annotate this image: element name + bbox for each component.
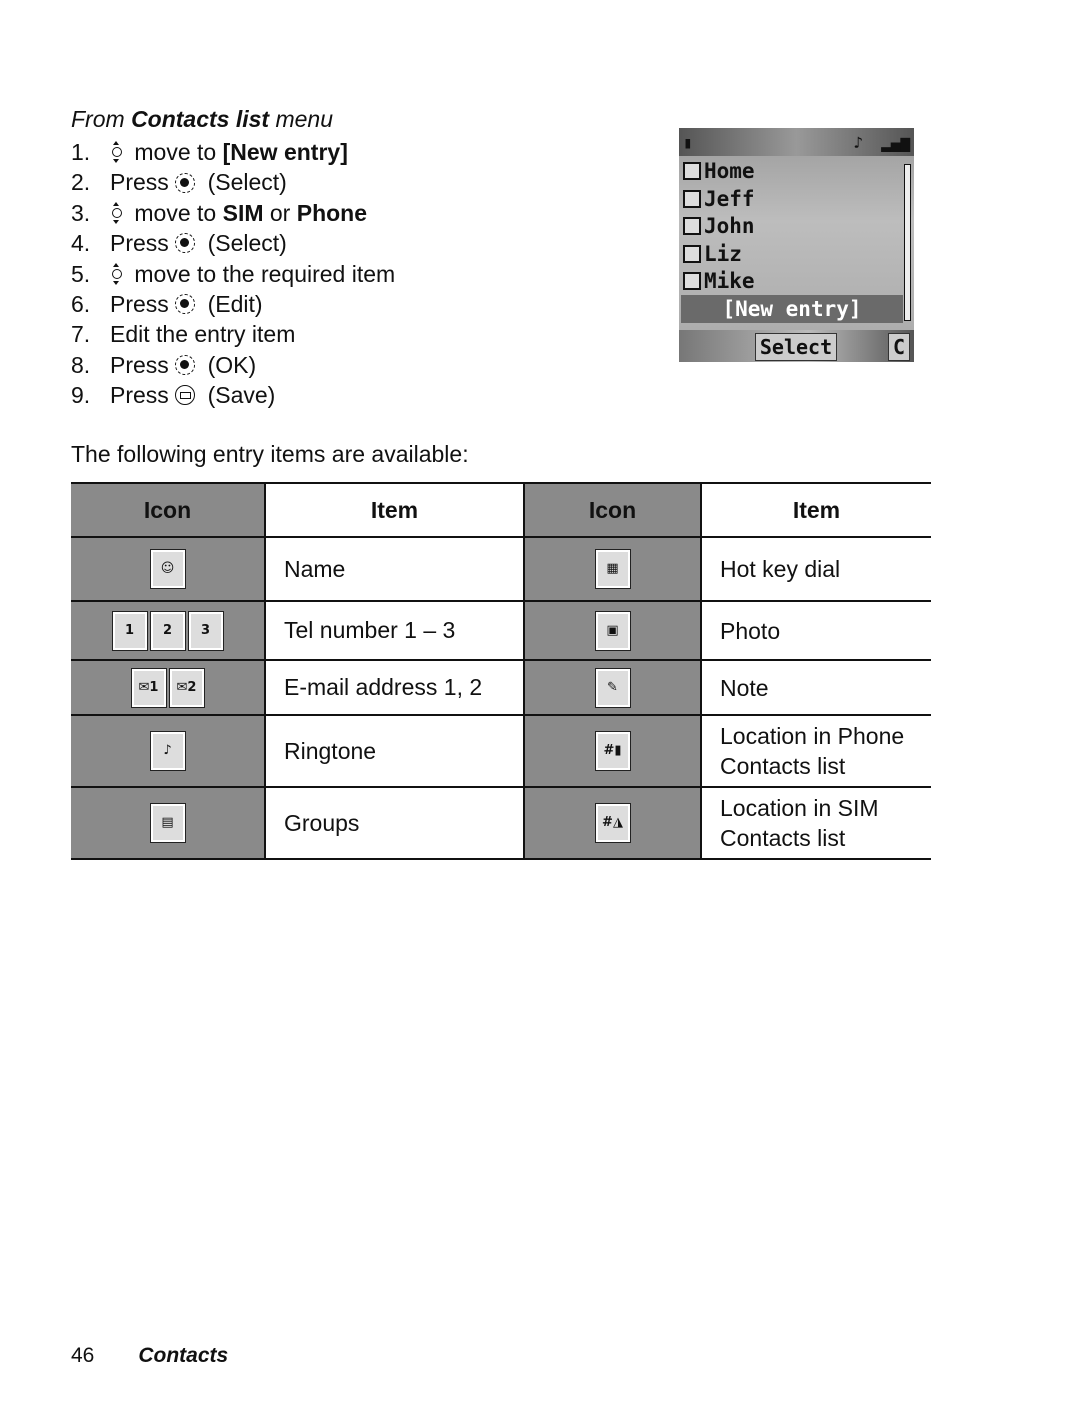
battery-icon: ▮ bbox=[683, 132, 693, 152]
intro-text: The following entry items are available: bbox=[71, 441, 469, 467]
contact-icon bbox=[683, 272, 701, 290]
contact-icon bbox=[683, 162, 701, 180]
contact-icon bbox=[683, 217, 701, 235]
section-name: Contacts bbox=[138, 1344, 229, 1367]
header-item: Item bbox=[701, 482, 931, 538]
navigation-key-icon bbox=[110, 202, 122, 225]
manual-page: From Contacts list menu 1. move to [New … bbox=[0, 0, 1080, 1408]
select-key-icon bbox=[175, 233, 196, 254]
table-row: 1 2 3 Tel number 1 – 3 ▣ Photo bbox=[71, 600, 931, 661]
page-number: 46 bbox=[71, 1344, 95, 1367]
header-icon: Icon bbox=[524, 482, 702, 538]
step-item: 2. Press (Select) bbox=[71, 169, 287, 196]
contact-item[interactable]: Jeff bbox=[683, 186, 910, 214]
table-row: ♪ Ringtone #▮ Location in Phone Contacts li… bbox=[71, 714, 931, 788]
email-2-icon: ✉2 bbox=[168, 667, 205, 708]
page-footer: 46 Contacts bbox=[71, 1344, 228, 1368]
tel-2-icon: 2 bbox=[149, 610, 186, 651]
step-item: 8. Press (OK) bbox=[71, 351, 257, 378]
contact-item[interactable]: John bbox=[683, 213, 910, 241]
soft-key-icon bbox=[175, 385, 196, 406]
sim-location-icon: #◮ bbox=[594, 803, 631, 843]
section-heading: From Contacts list menu bbox=[71, 106, 334, 132]
step-item: 9. Press (Save) bbox=[71, 382, 276, 409]
entry-items-table: Icon Item Icon Item ☺ Name ▦ Hot key dial 1 2… bbox=[71, 482, 931, 860]
hot-key-dial-icon: ▦ bbox=[594, 549, 631, 589]
table-row: ▤ Groups #◮ Location in SIM Contacts list bbox=[71, 786, 931, 860]
step-list: 1. move to [New entry] 2. Press (Select) 3.… bbox=[71, 137, 395, 411]
select-softkey[interactable]: Select bbox=[755, 333, 837, 361]
ringer-icon: ♪ bbox=[853, 132, 864, 152]
photo-icon: ▣ bbox=[594, 610, 631, 651]
contact-icon bbox=[683, 189, 701, 208]
scrollbar bbox=[904, 164, 911, 321]
new-entry-item[interactable]: [New entry] bbox=[681, 295, 903, 323]
navigation-key-icon bbox=[110, 141, 122, 164]
table-row: ☺ Name ▦ Hot key dial bbox=[71, 536, 931, 602]
clear-softkey[interactable]: C bbox=[888, 333, 910, 361]
email-1-icon: ✉1 bbox=[130, 667, 167, 708]
step-item: 4. Press (Select) bbox=[71, 230, 287, 257]
tel-1-icon: 1 bbox=[111, 610, 148, 651]
name-icon: ☺ bbox=[149, 549, 186, 589]
status-bar: ▮ ♪ ▂▄▆ bbox=[679, 128, 914, 156]
ringtone-icon: ♪ bbox=[149, 731, 186, 771]
header-icon: Icon bbox=[71, 482, 266, 538]
select-key-icon bbox=[175, 355, 196, 376]
select-key-icon bbox=[175, 294, 196, 315]
step-item: 6. Press (Edit) bbox=[71, 291, 263, 318]
step-item: 7. Edit the entry item bbox=[71, 321, 296, 348]
tel-3-icon: 3 bbox=[187, 610, 224, 651]
note-icon: ✎ bbox=[594, 667, 631, 708]
step-item: 3. move to SIM or Phone bbox=[71, 199, 368, 226]
step-item: 1. move to [New entry] bbox=[71, 139, 348, 165]
signal-icon: ▂▄▆ bbox=[881, 132, 910, 152]
contact-list: Home Jeff John Liz Mike bbox=[679, 156, 914, 298]
phone-location-icon: #▮ bbox=[594, 731, 631, 771]
phone-screen: ▮ ♪ ▂▄▆ Home Jeff John Liz Mike [New entry] … bbox=[679, 128, 914, 362]
header-item: Item bbox=[265, 482, 525, 538]
groups-icon: ▤ bbox=[149, 803, 186, 843]
step-item: 5. move to the required item bbox=[71, 260, 396, 287]
contact-item[interactable]: Liz bbox=[683, 241, 910, 269]
select-key-icon bbox=[175, 172, 196, 193]
contact-item[interactable]: Home bbox=[683, 158, 910, 186]
contact-item[interactable]: Mike bbox=[683, 268, 910, 296]
table-row: ✉1 ✉2 E-mail address 1, 2 ✎ Note bbox=[71, 659, 931, 716]
contact-icon bbox=[683, 244, 701, 263]
softkey-bar: Select C bbox=[679, 330, 914, 362]
navigation-key-icon bbox=[110, 262, 122, 285]
